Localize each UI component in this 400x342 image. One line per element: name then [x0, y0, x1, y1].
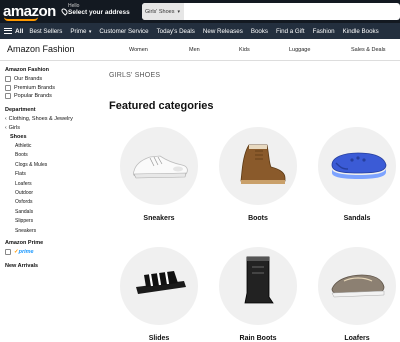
category-tile-rain-boots[interactable]: Rain Boots: [219, 247, 297, 342]
checkbox[interactable]: [5, 76, 11, 82]
category-label: Boots: [248, 215, 268, 222]
prime-logo: ✓prime: [14, 249, 34, 255]
boot-icon: [240, 144, 286, 184]
all-menu-button[interactable]: All: [4, 28, 23, 35]
rain-boot-icon: [244, 256, 274, 304]
logo-smile-icon: [4, 17, 38, 21]
dept-link-girls[interactable]: ‹ Girls: [5, 125, 102, 131]
category-label: Sandals: [343, 215, 371, 222]
category-tile-boots[interactable]: Boots: [219, 127, 297, 222]
nav-customer-service[interactable]: Customer Service: [99, 28, 148, 35]
clog-icon: [331, 152, 387, 179]
category-tile-slides[interactable]: Slides: [120, 247, 198, 342]
chevron-down-icon: ▾: [177, 8, 180, 15]
deliver-to[interactable]: Hello Select your address: [60, 3, 130, 17]
dept-link-clothing[interactable]: ‹ Clothing, Shoes & Jewelry: [5, 116, 102, 122]
nav-books[interactable]: Books: [251, 28, 268, 35]
store-title[interactable]: Amazon Fashion: [7, 44, 75, 54]
dept-item-boots[interactable]: Boots: [15, 152, 102, 158]
nav-kindle-books[interactable]: Kindle Books: [343, 28, 379, 35]
nav-best-sellers[interactable]: Best Sellers: [29, 28, 62, 35]
category-image[interactable]: [219, 247, 297, 325]
chevron-left-icon: ‹: [5, 125, 7, 131]
subnav-men[interactable]: Men: [189, 47, 200, 53]
top-bar: amazon Hello Select your address Girls' …: [0, 0, 400, 23]
search-category-select[interactable]: Girls' Shoes ▾: [142, 3, 184, 20]
nav-prime-label: Prime: [70, 27, 87, 35]
search-input[interactable]: Girls' Shoes ▾: [142, 3, 400, 20]
sidebar-heading-prime: Amazon Prime: [5, 239, 44, 246]
prime-label: prime: [18, 248, 34, 255]
dept-item-sneakers[interactable]: Sneakers: [15, 228, 102, 234]
main-content: GIRLS' SHOES Featured categories Sneaker…: [103, 61, 400, 342]
main-nav: All Best Sellers Prime ▾ Customer Servic…: [0, 23, 400, 39]
category-image[interactable]: [318, 127, 396, 205]
chevron-down-icon: ▾: [87, 28, 92, 35]
filter-popular-brands[interactable]: Popular Brands: [5, 93, 102, 99]
all-menu-label: All: [15, 27, 24, 35]
fashion-subnav: Amazon Fashion Women Men Kids Luggage Sa…: [0, 39, 400, 61]
search-category-label: Girls' Shoes: [145, 8, 175, 15]
nav-new-releases[interactable]: New Releases: [203, 28, 243, 35]
category-tile-sandals[interactable]: Sandals: [318, 127, 396, 222]
category-tile-loafers[interactable]: Loafers: [318, 247, 396, 342]
nav-fashion[interactable]: Fashion: [313, 28, 335, 35]
checkbox[interactable]: [5, 248, 11, 255]
checkbox[interactable]: [5, 84, 11, 91]
hamburger-icon: [4, 28, 12, 34]
breadcrumb: GIRLS' SHOES: [109, 72, 161, 79]
category-image[interactable]: [318, 247, 396, 325]
chevron-left-icon: ‹: [5, 116, 7, 122]
nav-todays-deals[interactable]: Today's Deals: [157, 28, 195, 35]
category-label: Slides: [148, 335, 170, 342]
category-label: Loafers: [344, 335, 370, 342]
sidebar-heading-department: Department: [5, 107, 36, 113]
dept-item-loafers[interactable]: Loafers: [15, 181, 102, 187]
deliver-line2: Select your address: [68, 9, 130, 16]
featured-heading: Featured categories: [109, 100, 214, 112]
dept-item-outdoor[interactable]: Outdoor: [15, 190, 102, 196]
checkbox[interactable]: [5, 93, 11, 99]
sidebar-heading-new-arrivals: New Arrivals: [5, 262, 39, 269]
filter-label: Popular Brands: [14, 93, 52, 99]
dept-item-slippers[interactable]: Slippers: [15, 218, 102, 224]
subnav-luggage[interactable]: Luggage: [289, 47, 310, 53]
dept-item-clogs-mules[interactable]: Clogs & Mules: [15, 162, 102, 168]
dept-item-flats[interactable]: Flats: [15, 171, 102, 177]
subnav-sales-deals[interactable]: Sales & Deals: [351, 47, 386, 53]
subnav-women[interactable]: Women: [129, 47, 148, 53]
filter-our-brands[interactable]: Our Brands: [5, 76, 102, 82]
category-tile-sneakers[interactable]: Sneakers: [120, 127, 198, 222]
dept-link-label: Girls: [8, 125, 20, 131]
dept-link-label: Clothing, Shoes & Jewelry: [8, 116, 73, 122]
slide-sandal-icon: [136, 271, 186, 294]
nav-prime[interactable]: Prime ▾: [70, 28, 91, 35]
filter-label: Our Brands: [14, 76, 43, 82]
category-image[interactable]: [120, 247, 198, 325]
nav-find-a-gift[interactable]: Find a Gift: [276, 28, 305, 35]
category-image[interactable]: [120, 127, 198, 205]
boat-shoe-icon: [331, 274, 385, 298]
filter-premium-brands[interactable]: Premium Brands: [5, 84, 102, 91]
category-label: Sneakers: [143, 215, 175, 222]
sidebar-heading-fashion: Amazon Fashion: [5, 67, 50, 73]
subnav-kids[interactable]: Kids: [239, 47, 250, 53]
category-label: Rain Boots: [239, 335, 277, 342]
dept-item-athletic[interactable]: Athletic: [15, 143, 102, 149]
filter-prime[interactable]: ✓prime: [5, 248, 102, 255]
dept-item-oxfords[interactable]: Oxfords: [15, 199, 102, 205]
dept-item-sandals[interactable]: Sandals: [15, 209, 102, 215]
dept-current-shoes: Shoes: [10, 134, 27, 140]
sneaker-icon: [133, 155, 188, 179]
category-image[interactable]: [219, 127, 297, 205]
filter-sidebar: Amazon Fashion Our Brands Premium Brands…: [0, 61, 102, 300]
filter-label: Premium Brands: [14, 84, 55, 91]
